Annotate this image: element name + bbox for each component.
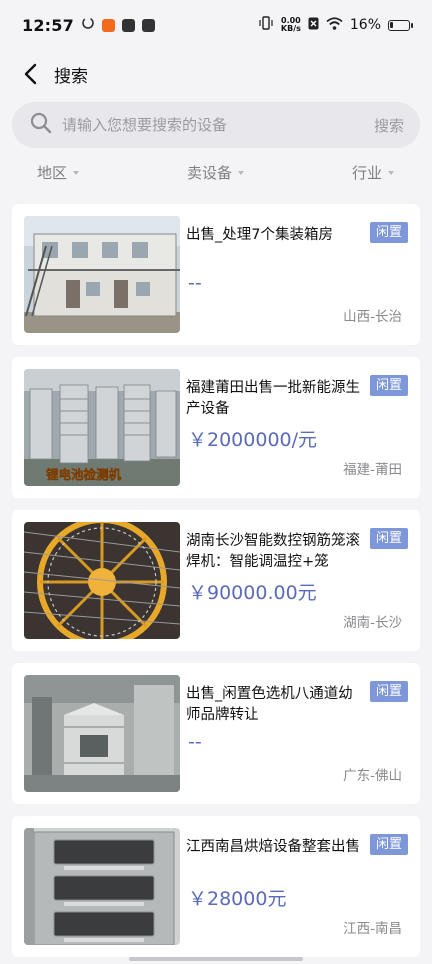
back-button[interactable] <box>8 52 52 96</box>
listing-location: 广东-佛山 <box>343 768 402 784</box>
listing-title: 湖南长沙智能数控钢筋笼滚焊机：智能调温控+笼 <box>186 533 360 570</box>
sim-icon <box>308 17 319 34</box>
search-input[interactable] <box>52 115 374 135</box>
listing-image <box>24 828 180 945</box>
image-caption: 锂电池检测机 <box>46 467 122 482</box>
listing-price: ￥90000.00元 <box>188 582 317 604</box>
filter-bar: 地区 卖设备 行业 <box>0 155 432 189</box>
listing-price: -- <box>188 731 202 753</box>
listing-card[interactable]: 锂电池检测机 福建莆田出售一批新能源生产设备 闲置 ￥2000000/元 福建-… <box>12 357 420 498</box>
battery-percent: 16% <box>349 17 381 33</box>
filter-industry[interactable]: 行业 <box>352 162 394 183</box>
page-title: 搜索 <box>54 66 88 87</box>
search-bar: 搜索 <box>12 102 420 148</box>
filter-region[interactable]: 地区 <box>37 162 80 183</box>
status-bar: 12:57 0.00 KB/s 16% <box>0 0 432 50</box>
filter-label: 行业 <box>351 163 382 182</box>
chevron-left-icon <box>24 63 37 85</box>
status-badge: 闲置 <box>369 222 408 243</box>
status-badge: 闲置 <box>369 375 408 396</box>
listing-price: ￥28000元 <box>188 888 287 910</box>
home-indicator[interactable] <box>129 957 303 961</box>
listing-title: 出售_闲置色选机八通道幼师品牌转让 <box>186 686 353 723</box>
listing-location: 福建-莆田 <box>343 462 402 478</box>
listing-card[interactable]: 湖南长沙智能数控钢筋笼滚焊机：智能调温控+笼 闲置 ￥90000.00元 湖南-… <box>12 510 420 651</box>
caret-down-icon <box>387 171 394 175</box>
listing-price: -- <box>188 272 202 294</box>
filter-label: 卖设备 <box>186 163 232 182</box>
header: 搜索 <box>0 50 432 98</box>
listing-location: 江西-南昌 <box>343 921 402 937</box>
filter-label: 地区 <box>37 163 68 182</box>
clock: 12:57 <box>22 15 74 35</box>
battery-icon <box>388 19 413 31</box>
caret-down-icon <box>238 171 244 175</box>
listing-price: ￥2000000/元 <box>188 429 318 451</box>
network-speed: 0.00 KB/s <box>280 16 301 33</box>
mail-icon <box>121 18 135 32</box>
listing-image <box>24 675 180 792</box>
listing-location: 山西-长治 <box>343 309 402 325</box>
message-icon <box>141 18 155 32</box>
listing-image: 锂电池检测机 <box>24 369 180 486</box>
listing-image <box>24 216 180 333</box>
listing-card[interactable]: 出售_闲置色选机八通道幼师品牌转让 闲置 -- 广东-佛山 <box>12 663 420 804</box>
app-notification-icon <box>101 18 115 32</box>
caret-down-icon <box>73 171 80 175</box>
wifi-icon <box>326 16 343 34</box>
listing-list: 出售_处理7个集装箱房 闲置 -- 山西-长治 锂电池检测机 福建莆田出售一批新… <box>0 192 432 964</box>
listing-card[interactable]: 出售_处理7个集装箱房 闲置 -- 山西-长治 <box>12 204 420 345</box>
status-badge: 闲置 <box>369 528 408 549</box>
listing-image <box>24 522 180 639</box>
status-badge: 闲置 <box>369 834 408 855</box>
listing-location: 湖南-长沙 <box>343 615 402 631</box>
listing-title: 出售_处理7个集装箱房 <box>186 227 333 243</box>
sync-icon <box>81 16 95 34</box>
listing-title: 福建莆田出售一批新能源生产设备 <box>186 380 360 417</box>
search-icon <box>30 112 52 138</box>
listing-title: 江西南昌烘焙设备整套出售 <box>186 839 360 855</box>
search-button[interactable]: 搜索 <box>374 115 404 136</box>
filter-type[interactable]: 卖设备 <box>187 162 244 183</box>
status-badge: 闲置 <box>369 681 408 702</box>
vibrate-icon <box>258 16 274 34</box>
listing-card[interactable]: 江西南昌烘焙设备整套出售 闲置 ￥28000元 江西-南昌 <box>12 816 420 957</box>
